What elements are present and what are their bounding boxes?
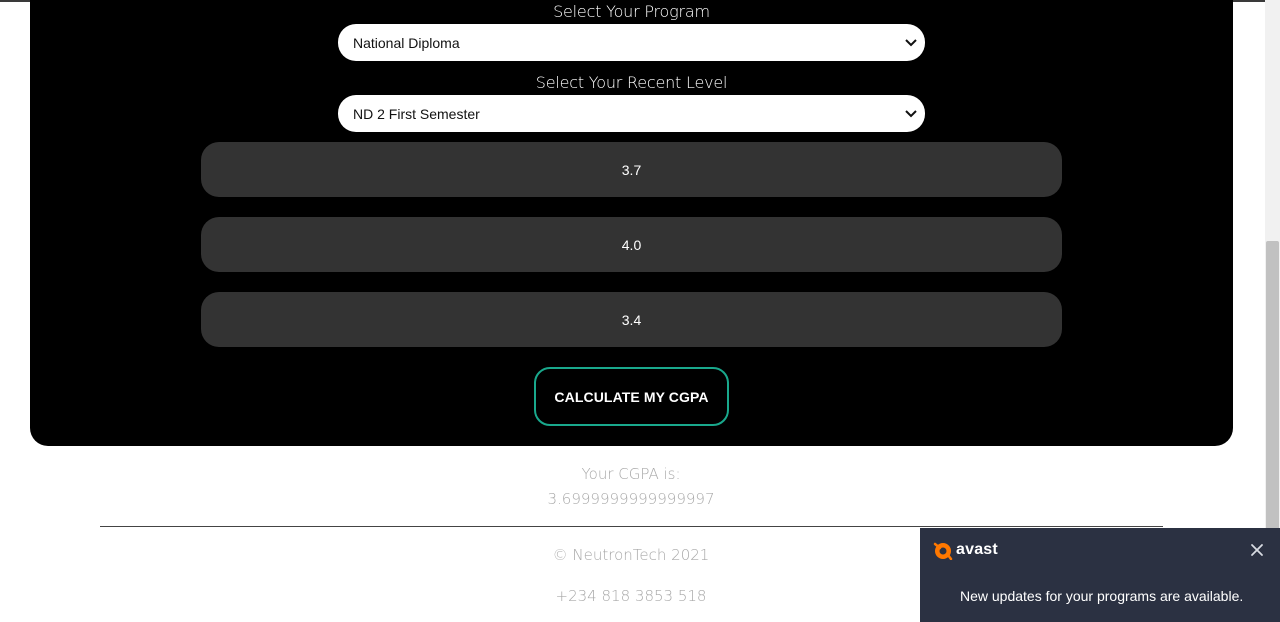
avast-brand-name: avast: [956, 541, 998, 558]
gpa-input-1[interactable]: 3.7: [201, 142, 1062, 197]
level-label: Select Your Recent Level: [535, 73, 728, 92]
gpa-input-2[interactable]: 4.0: [201, 217, 1062, 272]
program-select[interactable]: National Diploma: [338, 24, 925, 61]
notification-message: New updates for your programs are availa…: [960, 588, 1244, 604]
cgpa-result-label: Your CGPA is:: [581, 465, 681, 483]
gpa-input-3[interactable]: 3.4: [201, 292, 1062, 347]
close-icon[interactable]: [1249, 542, 1265, 558]
level-select[interactable]: ND 2 First Semester: [338, 95, 925, 132]
program-select-value: National Diploma: [353, 34, 460, 51]
level-select-value: ND 2 First Semester: [353, 105, 480, 122]
avast-notification[interactable]: avast New updates for your programs are …: [920, 528, 1280, 622]
avast-brand: avast: [932, 540, 998, 561]
calculate-cgpa-button[interactable]: CALCULATE MY CGPA: [534, 367, 729, 426]
cgpa-form-panel: Select Your Program National Diploma Sel…: [30, 0, 1233, 446]
cgpa-result-value: 3.6999999999999997: [547, 490, 715, 508]
chevron-down-icon: [903, 35, 919, 51]
program-label: Select Your Program: [553, 2, 710, 21]
avast-logo-icon: [932, 540, 954, 561]
footer-divider: [100, 526, 1163, 527]
chevron-down-icon: [903, 106, 919, 122]
